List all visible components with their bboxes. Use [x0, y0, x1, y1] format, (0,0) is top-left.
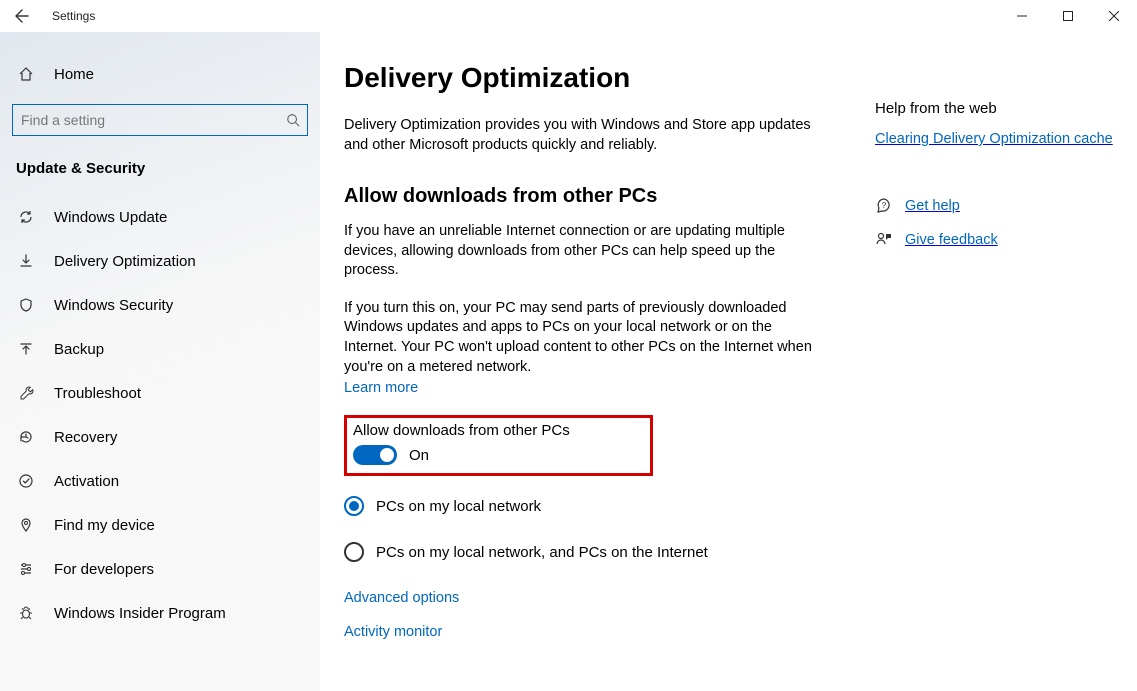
nav-item-label: Troubleshoot [54, 385, 141, 402]
window-controls [999, 0, 1137, 32]
link-text: Give feedback [905, 232, 998, 248]
advanced-options-link[interactable]: Advanced options [344, 590, 824, 606]
radio-label: PCs on my local network, and PCs on the … [376, 544, 708, 561]
nav-home-label: Home [54, 66, 94, 83]
link-text: Get help [905, 198, 960, 214]
shield-icon [16, 297, 36, 313]
maximize-button[interactable] [1045, 0, 1091, 32]
allow-para2: If you turn this on, your PC may send pa… [344, 299, 824, 377]
minimize-button[interactable] [999, 0, 1045, 32]
nav-item-find-my-device[interactable]: Find my device [0, 503, 320, 547]
nav-item-label: Windows Update [54, 209, 167, 226]
minimize-icon [1017, 11, 1027, 21]
nav-item-troubleshoot[interactable]: Troubleshoot [0, 371, 320, 415]
help-rail: Help from the web Clearing Delivery Opti… [875, 100, 1115, 265]
arrow-left-icon [14, 8, 30, 24]
nav-home[interactable]: Home [0, 52, 320, 96]
nav-item-label: Find my device [54, 517, 155, 534]
history-icon [16, 429, 36, 445]
radio-option-internet[interactable]: PCs on my local network, and PCs on the … [344, 542, 824, 562]
download-icon [16, 253, 36, 269]
nav-category-title: Update & Security [16, 160, 320, 177]
close-icon [1109, 11, 1119, 21]
help-chat-icon: ? [875, 197, 897, 215]
nav-item-label: Activation [54, 473, 119, 490]
nav-item-windows-security[interactable]: Windows Security [0, 283, 320, 327]
nav-item-backup[interactable]: Backup [0, 327, 320, 371]
toggle-state: On [409, 447, 429, 464]
toggle-label: Allow downloads from other PCs [353, 422, 570, 439]
bug-icon [16, 605, 36, 621]
allow-para1: If you have an unreliable Internet conne… [344, 222, 824, 281]
feedback-icon [875, 231, 897, 249]
nav-item-label: For developers [54, 561, 154, 578]
check-circle-icon [16, 473, 36, 489]
wrench-icon [16, 385, 36, 401]
activity-monitor-link[interactable]: Activity monitor [344, 624, 824, 640]
nav-item-windows-update[interactable]: Windows Update [0, 195, 320, 239]
give-feedback-link[interactable]: Give feedback [875, 231, 1115, 249]
page-title: Delivery Optimization [344, 62, 824, 94]
nav-list: Windows Update Delivery Optimization Win… [0, 195, 320, 635]
nav-item-label: Delivery Optimization [54, 253, 196, 270]
help-from-web-title: Help from the web [875, 100, 1115, 117]
radio-label: PCs on my local network [376, 498, 541, 515]
toggle-highlight-box: Allow downloads from other PCs On [344, 415, 653, 476]
link-text: Clearing Delivery Optimization cache [875, 131, 1113, 147]
intro-text: Delivery Optimization provides you with … [344, 116, 824, 155]
allow-downloads-toggle[interactable] [353, 445, 397, 465]
close-button[interactable] [1091, 0, 1137, 32]
learn-more-link[interactable]: Learn more [344, 380, 418, 396]
radio-option-local[interactable]: PCs on my local network [344, 496, 824, 516]
radio-icon [344, 542, 364, 562]
search-icon [286, 104, 300, 136]
window-title: Settings [52, 9, 95, 23]
back-button[interactable] [0, 0, 44, 32]
sync-icon [16, 209, 36, 225]
sliders-icon [16, 561, 36, 577]
clear-cache-link[interactable]: Clearing Delivery Optimization cache [875, 131, 1115, 147]
nav-item-label: Windows Insider Program [54, 605, 226, 622]
nav-item-recovery[interactable]: Recovery [0, 415, 320, 459]
nav-item-activation[interactable]: Activation [0, 459, 320, 503]
svg-text:?: ? [882, 201, 887, 210]
titlebar: Settings [0, 0, 1137, 32]
nav-pane: Home Update & Security Windows Update De… [0, 32, 320, 691]
nav-item-label: Recovery [54, 429, 117, 446]
nav-item-windows-insider[interactable]: Windows Insider Program [0, 591, 320, 635]
nav-item-for-developers[interactable]: For developers [0, 547, 320, 591]
location-icon [16, 517, 36, 533]
nav-item-delivery-optimization[interactable]: Delivery Optimization [0, 239, 320, 283]
get-help-link[interactable]: ? Get help [875, 197, 1115, 215]
radio-icon [344, 496, 364, 516]
search-wrap [12, 104, 308, 136]
nav-item-label: Windows Security [54, 297, 173, 314]
search-input[interactable] [12, 104, 308, 136]
maximize-icon [1063, 11, 1073, 21]
allow-section-title: Allow downloads from other PCs [344, 185, 824, 208]
home-icon [16, 66, 36, 82]
upload-icon [16, 341, 36, 357]
nav-item-label: Backup [54, 341, 104, 358]
